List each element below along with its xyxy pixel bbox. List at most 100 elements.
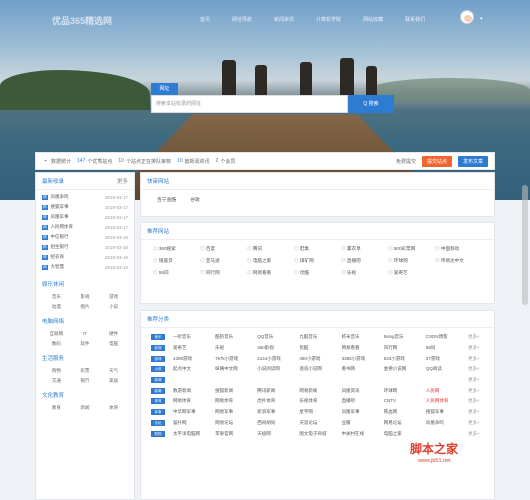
site-link[interactable]: 百宁查酷 xyxy=(157,196,176,203)
site-link[interactable]: 网易新闻 xyxy=(299,388,341,394)
news-title[interactable]: 人民网体育 xyxy=(51,224,105,230)
site-link[interactable]: 豆瓣 xyxy=(342,420,384,426)
site-link[interactable]: QQ音乐 xyxy=(257,334,299,340)
more-link[interactable]: 更多+ xyxy=(468,334,484,340)
site-link[interactable]: 起点中文 xyxy=(173,366,215,372)
site-link[interactable]: 腾讯 xyxy=(247,246,294,252)
site-link[interactable]: CNTV xyxy=(384,398,426,404)
list-item[interactable]: 网搜狐军事 2019-03-17 xyxy=(42,202,128,212)
site-link[interactable]: 5sing音乐 xyxy=(384,334,426,340)
site-link[interactable]: 百度 xyxy=(200,246,247,252)
more-link[interactable]: 更多+ xyxy=(468,345,484,351)
site-link[interactable]: 图文电子商城 xyxy=(299,431,341,437)
site-link[interactable]: 网易论坛 xyxy=(215,420,257,426)
site-link[interactable]: 58同 xyxy=(426,345,468,351)
site-link[interactable]: 数游新闻 xyxy=(173,388,215,394)
latest-more-link[interactable]: 更多 xyxy=(117,177,128,185)
site-link[interactable]: 乐视体育 xyxy=(299,398,341,404)
category-link[interactable]: 游戏 xyxy=(99,294,128,300)
category-link[interactable]: 数码 xyxy=(42,341,71,347)
more-link[interactable]: 更多+ xyxy=(468,431,484,437)
category-link[interactable]: 电脑 xyxy=(99,341,128,347)
category-link[interactable]: 硬件 xyxy=(99,331,128,337)
site-link[interactable]: 腾讯新闻 xyxy=(257,388,299,394)
category-link[interactable]: 彩票 xyxy=(71,368,100,374)
more-link[interactable]: 更多+ xyxy=(468,420,484,426)
site-link[interactable]: 一听音乐 xyxy=(173,334,215,340)
site-link[interactable]: 猫扑网 xyxy=(173,420,215,426)
row-tag[interactable]: 购物 xyxy=(151,430,165,437)
site-link[interactable]: 360搜索 xyxy=(153,246,200,252)
site-link[interactable]: 中关村在线 xyxy=(342,431,384,437)
chevron-down-icon[interactable]: ▾ xyxy=(480,16,483,22)
site-link[interactable]: 543小游戏 xyxy=(384,356,426,362)
site-link[interactable]: 凤凰资讯 xyxy=(342,388,384,394)
search-tab-url[interactable]: 网址 xyxy=(151,83,178,95)
scrollbar[interactable] xyxy=(522,185,528,305)
nav-item[interactable]: 首页 xyxy=(200,16,210,23)
site-link[interactable]: 电脑之家 xyxy=(247,258,294,264)
category-link[interactable]: 家居 xyxy=(99,378,128,384)
row-tag[interactable]: 论坛 xyxy=(151,419,165,426)
nav-item[interactable]: 新闻资讯 xyxy=(274,16,294,23)
category-link[interactable]: 体育 xyxy=(99,405,128,411)
category-link[interactable]: 新闻 xyxy=(71,405,100,411)
site-link[interactable]: 直播吧 xyxy=(341,258,388,264)
site-link[interactable]: 酷狗音乐 xyxy=(215,334,257,340)
row-tag[interactable]: 军事 xyxy=(151,409,165,416)
row-tag[interactable]: 影视 xyxy=(151,345,165,352)
site-link[interactable]: 苹果官网 xyxy=(215,431,257,437)
category-link[interactable]: 音乐 xyxy=(42,294,71,300)
list-item[interactable]: 网招生银行 2019-03-16 xyxy=(42,242,128,252)
more-link[interactable]: 更多+ xyxy=(468,388,484,394)
category-link[interactable]: 教育 xyxy=(42,405,71,411)
nav-item[interactable]: 网址导航 xyxy=(232,16,252,23)
news-title[interactable]: 搜狐军事 xyxy=(51,204,105,210)
row-tag[interactable]: 小说 xyxy=(151,366,165,373)
category-link[interactable]: 图片 xyxy=(71,304,100,310)
site-link[interactable]: 铁血网 xyxy=(384,409,426,415)
site-link[interactable]: 逐浪小说网 xyxy=(299,366,341,372)
site-link[interactable]: 网易体育 xyxy=(215,398,257,404)
site-link[interactable]: 天极网 xyxy=(257,431,299,437)
site-logo[interactable]: 优品365精选网 xyxy=(52,14,112,27)
list-item[interactable]: 网中信银行 2019-03-16 xyxy=(42,232,128,242)
site-link[interactable]: 爱奇艺 xyxy=(388,270,435,276)
row-tag[interactable]: 体育 xyxy=(151,398,165,405)
category-link[interactable]: 影视 xyxy=(71,294,100,300)
publish-article-button[interactable]: 发布文章 xyxy=(457,156,488,167)
site-link[interactable]: 500彩票网 xyxy=(388,246,435,252)
site-link[interactable]: 3366小游戏 xyxy=(342,356,384,362)
news-title[interactable]: 中信银行 xyxy=(51,234,105,240)
site-link[interactable]: 37游戏 xyxy=(426,356,468,362)
news-title[interactable]: 凤凰军事 xyxy=(51,214,105,220)
site-link[interactable]: 乐视 xyxy=(215,345,257,351)
site-link[interactable]: QQ阅读 xyxy=(426,366,468,372)
site-link[interactable]: 环球网 xyxy=(384,388,426,394)
more-link[interactable]: 更多+ xyxy=(468,366,484,372)
site-link[interactable]: 薰衣草 xyxy=(341,246,388,252)
site-link[interactable]: 网易看看 xyxy=(247,270,294,276)
category-link[interactable]: 天气 xyxy=(99,368,128,374)
row-tag[interactable]: 音乐 xyxy=(151,334,165,341)
row-tag[interactable]: 新闻 xyxy=(151,377,165,384)
site-link[interactable]: 太平洋电脑网 xyxy=(173,431,215,437)
site-link[interactable]: 网易体育 xyxy=(173,398,215,404)
site-link[interactable]: 赶集 xyxy=(294,246,341,252)
category-link[interactable]: 交通 xyxy=(42,378,71,384)
list-item[interactable]: 网人民网体育 2019-03-17 xyxy=(42,222,128,232)
search-button[interactable]: Q 搜索 xyxy=(348,95,394,113)
site-link[interactable] xyxy=(426,431,468,437)
site-link[interactable]: 优酷 xyxy=(294,270,341,276)
list-item[interactable]: 网凤凰争鸣 2019-03-17 xyxy=(42,192,128,202)
site-link[interactable]: 谷歌 xyxy=(190,196,200,203)
site-link[interactable]: 搜狐新闻 xyxy=(215,388,257,394)
site-link[interactable]: 金佛小说网 xyxy=(384,366,426,372)
site-link[interactable]: 人民网体育 xyxy=(426,398,468,404)
site-link[interactable]: 纵横中文网 xyxy=(215,366,257,372)
site-link[interactable]: 人民网 xyxy=(426,388,468,394)
site-link[interactable]: 九酷音乐 xyxy=(299,334,341,340)
site-link[interactable]: 星宇网 xyxy=(299,409,341,415)
site-link[interactable]: 58同 xyxy=(153,270,200,276)
site-link[interactable]: 直播吧 xyxy=(342,398,384,404)
